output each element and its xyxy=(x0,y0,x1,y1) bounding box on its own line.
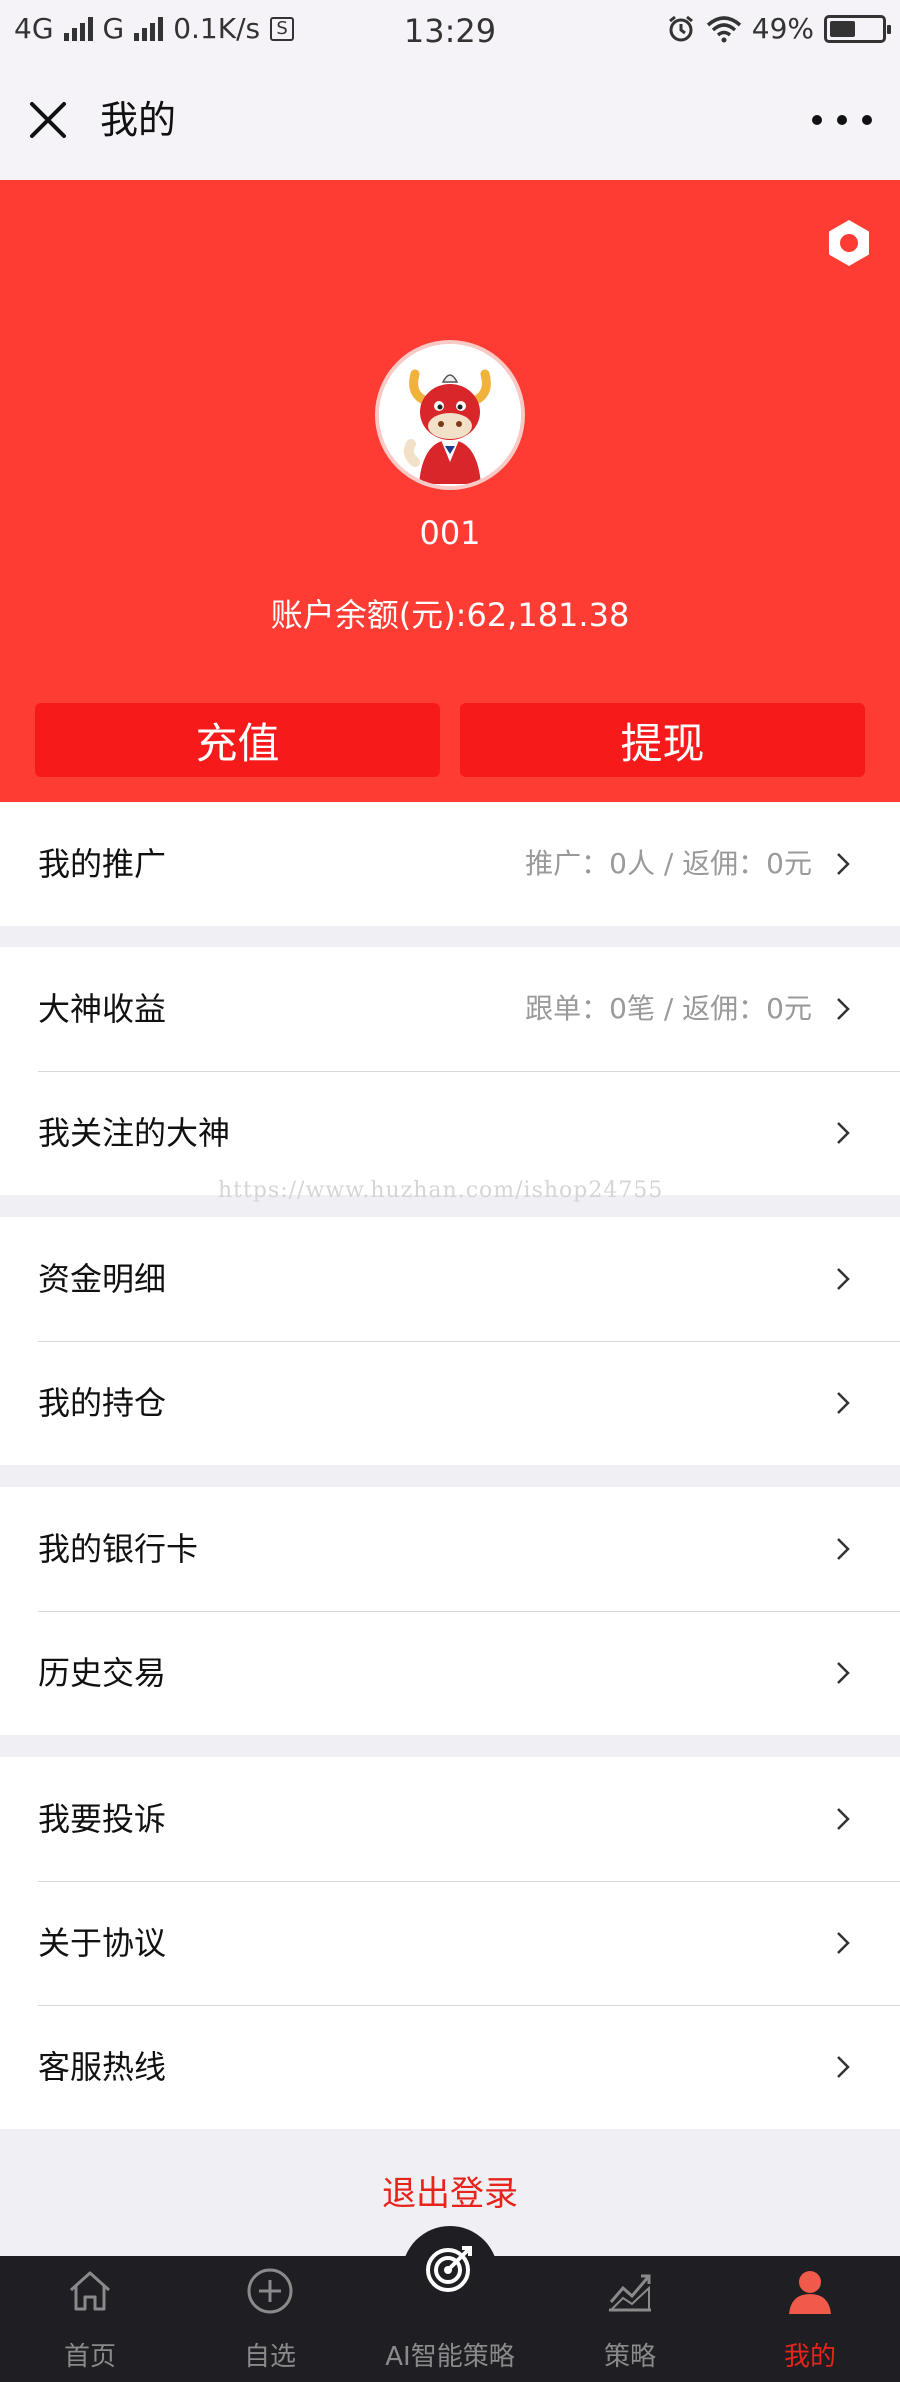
menu-item-label: 大神收益 xyxy=(38,990,167,1028)
menu-group-support: 我要投诉 关于协议 客服热线 xyxy=(0,1757,900,2129)
chevron-right-icon xyxy=(837,2056,850,2078)
close-icon[interactable] xyxy=(24,96,72,144)
menu-item-label: 历史交易 xyxy=(38,1654,167,1692)
menu-item-hotline[interactable]: 客服热线 xyxy=(0,2005,900,2129)
chevron-right-icon xyxy=(837,853,850,875)
menu-item-meta: 推广：0人 / 返佣：0元 xyxy=(525,847,812,880)
withdraw-button[interactable]: 提现 xyxy=(460,703,865,777)
chevron-right-icon xyxy=(837,1932,850,1954)
chevron-right-icon xyxy=(837,1392,850,1414)
alarm-icon xyxy=(668,15,693,41)
tab-home[interactable]: 首页 xyxy=(0,2256,180,2382)
menu-item-master-income[interactable]: 大神收益 跟单：0笔 / 返佣：0元 xyxy=(0,947,900,1071)
bull-mascot-icon xyxy=(379,344,521,486)
logout-button[interactable]: 退出登录 xyxy=(0,2166,900,2215)
menu-item-history[interactable]: 历史交易 xyxy=(0,1611,900,1735)
more-icon[interactable] xyxy=(812,104,872,136)
add-circle-icon xyxy=(247,2268,293,2314)
avatar[interactable] xyxy=(375,340,525,490)
menu-item-label: 我关注的大神 xyxy=(38,1114,231,1152)
tab-ai-strategy[interactable]: AI智能策略 xyxy=(360,2246,540,2382)
menu-item-label: 关于协议 xyxy=(38,1924,167,1962)
battery-icon xyxy=(824,14,891,43)
chevron-right-icon xyxy=(837,998,850,1020)
wifi-icon xyxy=(706,15,741,42)
menu-item-label: 我要投诉 xyxy=(38,1800,167,1838)
tab-watchlist[interactable]: 自选 xyxy=(180,2256,360,2382)
chevron-right-icon xyxy=(837,1268,850,1290)
account-balance: 账户余额(元):62,181.38 xyxy=(270,596,630,634)
menu-item-complaint[interactable]: 我要投诉 xyxy=(0,1757,900,1881)
user-icon xyxy=(789,2271,831,2314)
menu-item-promotion[interactable]: 我的推广 推广：0人 / 返佣：0元 xyxy=(0,802,900,926)
menu-item-label: 我的推广 xyxy=(38,845,167,883)
menu-item-label: 我的银行卡 xyxy=(38,1530,199,1568)
battery-percent: 49% xyxy=(751,12,814,45)
menu-group-bank: 我的银行卡 历史交易 xyxy=(0,1487,900,1735)
profile-header: 001 账户余额(元):62,181.38 充值 提现 xyxy=(0,180,900,802)
watermark-text: https://www.huzhan.com/ishop24755 xyxy=(218,1178,664,1203)
status-bar: 4G G 0.1K/s S 13:29 49% xyxy=(0,0,900,60)
tab-label: AI智能策略 xyxy=(385,2342,515,2372)
recharge-button[interactable]: 充值 xyxy=(35,703,440,777)
tab-me[interactable]: 我的 xyxy=(720,2256,900,2382)
tab-strategy[interactable]: 策略 xyxy=(540,2256,720,2382)
chart-icon xyxy=(608,2274,651,2312)
battery-fill xyxy=(830,20,855,37)
tab-label: 自选 xyxy=(243,2342,296,2372)
menu-item-label: 资金明细 xyxy=(38,1260,167,1298)
menu-item-bank-cards[interactable]: 我的银行卡 xyxy=(0,1487,900,1611)
tab-bar: 首页 自选 AI智能策略 策略 我的 xyxy=(0,2246,900,2382)
tab-label: 策略 xyxy=(603,2342,656,2372)
chevron-right-icon xyxy=(837,1538,850,1560)
gear-icon[interactable] xyxy=(822,216,876,270)
page-title: 我的 xyxy=(100,98,177,142)
menu-item-fund-details[interactable]: 资金明细 xyxy=(0,1217,900,1341)
tab-label: 首页 xyxy=(63,2342,116,2372)
home-icon xyxy=(69,2271,111,2311)
chevron-right-icon xyxy=(837,1808,850,1830)
menu-group-masters: 大神收益 跟单：0笔 / 返佣：0元 我关注的大神 xyxy=(0,947,900,1195)
chevron-right-icon xyxy=(837,1662,850,1684)
menu-group-funds: 资金明细 我的持仓 xyxy=(0,1217,900,1465)
menu-item-meta: 跟单：0笔 / 返佣：0元 xyxy=(525,992,812,1025)
tab-label: 我的 xyxy=(783,2342,836,2372)
status-right: 49% xyxy=(666,12,891,45)
menu-group-promotion: 我的推广 推广：0人 / 返佣：0元 xyxy=(0,802,900,926)
menu-item-positions[interactable]: 我的持仓 xyxy=(0,1341,900,1465)
menu-item-label: 客服热线 xyxy=(38,2048,167,2086)
username: 001 xyxy=(419,514,481,552)
menu-item-followed-masters[interactable]: 我关注的大神 xyxy=(0,1071,900,1195)
menu-item-agreement[interactable]: 关于协议 xyxy=(0,1881,900,2005)
menu-item-label: 我的持仓 xyxy=(38,1384,167,1422)
target-icon xyxy=(426,2246,472,2292)
nav-bar: 我的 xyxy=(0,60,900,180)
chevron-right-icon xyxy=(837,1122,850,1144)
